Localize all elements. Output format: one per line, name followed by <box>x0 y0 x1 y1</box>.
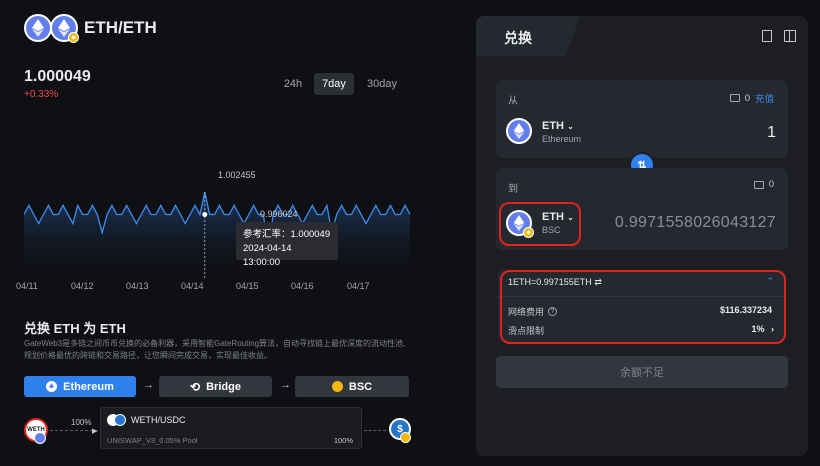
tooltip-rate: 参考汇率：1.000049 <box>243 229 331 240</box>
highlight-ring-details <box>500 270 786 344</box>
from-token: ETH <box>542 120 564 132</box>
bsc-chain-icon <box>400 432 411 443</box>
document-icon[interactable] <box>762 30 772 42</box>
from-eth-icon <box>506 118 532 144</box>
bsc-icon <box>331 381 343 392</box>
ethereum-chain-icon <box>34 432 46 444</box>
route-bridge-button[interactable]: ⟲ Bridge <box>159 376 272 397</box>
pool-card[interactable]: WETH/USDC UNISWAP_V3_0.05% Pool 100% <box>100 407 362 449</box>
rate-change: +0.33% <box>24 89 59 100</box>
bridge-icon: ⟲ <box>190 379 201 394</box>
tooltip-time: 2024-04-14 13:00:00 <box>243 243 292 268</box>
route-bridge-label: Bridge <box>206 380 241 393</box>
chart-tooltip: 参考汇率：1.000049 2024-04-14 13:00:00 <box>236 222 338 268</box>
path-line-right <box>364 430 386 431</box>
eth-bsc-icon: ◆ <box>50 14 79 43</box>
chart-area <box>24 192 410 278</box>
pool-pair: WETH/USDC <box>131 415 186 425</box>
wallet-icon <box>729 94 740 102</box>
ethereum-icon <box>46 381 58 392</box>
route-ethereum-label: Ethereum <box>63 380 114 393</box>
swap-desc-line-1: GateWeb3是多链之间币币兑换的必备利器，采用智能GateRouting算法… <box>24 339 406 348</box>
usdc-pool-icon <box>114 414 126 426</box>
route-ethereum-button[interactable]: Ethereum <box>24 376 136 397</box>
hover-dot <box>202 211 208 217</box>
path-arrow-icon: ▶ <box>92 428 98 435</box>
from-token-select[interactable]: ETH ⌄ <box>542 120 574 132</box>
pair-icons: ◆ <box>24 14 80 44</box>
swap-title: 兑换 ETH 为 ETH <box>24 321 126 336</box>
route-arrow-1: → <box>143 379 154 391</box>
tab-24h[interactable]: 24h <box>277 73 309 95</box>
to-label: 到 <box>508 184 518 195</box>
x-tick: 04/15 <box>236 281 259 291</box>
chevron-down-icon: ⌄ <box>567 122 574 131</box>
tab-swap[interactable]: 兑换 <box>476 16 566 56</box>
x-tick: 04/14 <box>181 281 204 291</box>
from-label: 从 <box>508 96 518 107</box>
swap-desc-line-2: 规划价格最优的跨链和交易路径，让您瞬间完成交易，实现最佳收益。 <box>24 351 272 360</box>
from-box: 从 0 充值 ETH ⌄ Ethereum 1 <box>496 80 788 158</box>
path-line-left <box>50 430 98 431</box>
wallet-icon <box>753 180 764 189</box>
to-balance: 0 <box>768 179 774 190</box>
highlight-ring-token <box>499 202 581 246</box>
pool-detail: UNISWAP_V3_0.05% Pool <box>107 436 198 445</box>
layout-icon[interactable] <box>784 30 796 42</box>
route-bsc-label: BSC <box>348 380 373 393</box>
tab-30day[interactable]: 30day <box>362 73 402 95</box>
pool-percent: 100% <box>333 436 353 445</box>
to-balance-row: 0 <box>753 179 774 190</box>
x-tick: 04/17 <box>347 281 370 291</box>
eth-icon <box>24 14 52 42</box>
to-amount: 0.9971558026043127 <box>614 214 776 231</box>
rate-value: 1.000049 <box>24 68 91 85</box>
x-tick: 04/12 <box>71 281 94 291</box>
layout-icon-divider <box>789 31 791 41</box>
from-balance: 0 <box>744 92 750 104</box>
submit-button[interactable]: 余额不足 <box>496 356 788 388</box>
chart-min-label: 0.996024 <box>260 209 298 219</box>
from-network: Ethereum <box>542 134 582 144</box>
x-tick: 04/16 <box>291 281 314 291</box>
swap-panel: 兑换 从 0 充值 ETH ⌄ Ethereum 1 ⇅ 到 0 ◆ ETH ⌄… <box>476 16 808 456</box>
x-tick: 04/13 <box>126 281 149 291</box>
tab-corner <box>566 16 580 56</box>
chart-max-label: 1.002455 <box>218 170 256 180</box>
bsc-badge-icon: ◆ <box>68 32 79 43</box>
rate-chart[interactable] <box>24 160 410 278</box>
pair-title: ETH/ETH <box>84 18 157 37</box>
path-percent: 100% <box>71 418 92 427</box>
tab-swap-label: 兑换 <box>504 30 532 46</box>
swap-description: GateWeb3是多链之间币币兑换的必备利器，采用智能GateRouting算法… <box>24 338 414 362</box>
route-bsc-button[interactable]: BSC <box>295 376 409 397</box>
x-tick: 04/11 <box>16 281 38 291</box>
from-amount-input[interactable]: 1 <box>767 124 776 142</box>
route-arrow-2: → <box>280 379 291 391</box>
deposit-link[interactable]: 充值 <box>755 91 774 105</box>
tab-7day[interactable]: 7day <box>314 73 354 95</box>
from-balance-row: 0 充值 <box>729 91 774 105</box>
